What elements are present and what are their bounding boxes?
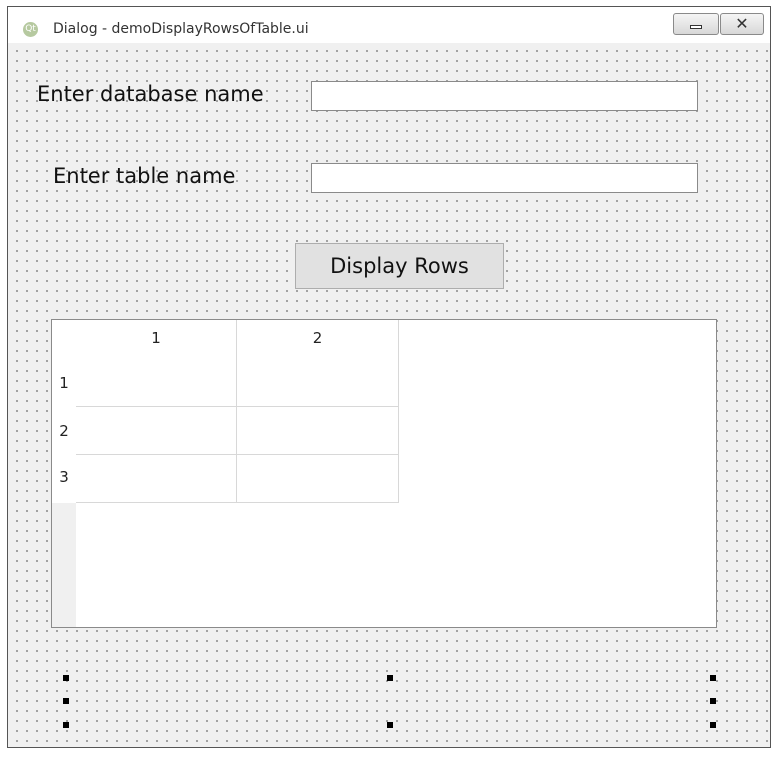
table-cell[interactable] — [237, 455, 399, 503]
row-header[interactable]: 1 — [52, 360, 76, 407]
table-cell[interactable] — [237, 360, 399, 407]
column-header[interactable]: 1 — [76, 320, 237, 360]
table-name-input[interactable] — [311, 163, 698, 193]
window-title: Dialog - demoDisplayRowsOfTable.ui — [53, 21, 309, 37]
resize-handle[interactable] — [63, 722, 69, 728]
title-bar[interactable]: Qt Dialog - demoDisplayRowsOfTable.ui ✕ — [8, 7, 770, 44]
table-name-label: Enter table name — [53, 164, 236, 188]
close-icon: ✕ — [735, 14, 749, 33]
resize-handle[interactable] — [387, 675, 393, 681]
table-cell[interactable] — [76, 360, 237, 407]
database-name-label: Enter database name — [37, 82, 264, 106]
table-cell[interactable] — [76, 455, 237, 503]
table-widget[interactable]: 1 2 1 2 3 — [51, 319, 717, 628]
column-header[interactable]: 2 — [237, 320, 399, 360]
resize-handle[interactable] — [710, 722, 716, 728]
resize-handle[interactable] — [63, 675, 69, 681]
table-cell[interactable] — [76, 407, 237, 455]
row-header[interactable]: 2 — [52, 407, 76, 455]
display-rows-button[interactable]: Display Rows — [295, 243, 504, 289]
resize-handle[interactable] — [710, 675, 716, 681]
row-header[interactable]: 3 — [52, 455, 76, 503]
database-name-input[interactable] — [311, 81, 698, 111]
resize-handle[interactable] — [710, 698, 716, 704]
qt-logo-icon: Qt — [23, 22, 38, 37]
resize-handle[interactable] — [387, 722, 393, 728]
dialog-window: Qt Dialog - demoDisplayRowsOfTable.ui ✕ … — [7, 6, 771, 748]
resize-handle[interactable] — [63, 698, 69, 704]
form-canvas: Enter database name Enter table name Dis… — [8, 43, 770, 747]
minimize-button[interactable] — [673, 13, 719, 35]
close-button[interactable]: ✕ — [720, 13, 764, 35]
table-cell[interactable] — [237, 407, 399, 455]
minimize-icon — [690, 25, 702, 29]
